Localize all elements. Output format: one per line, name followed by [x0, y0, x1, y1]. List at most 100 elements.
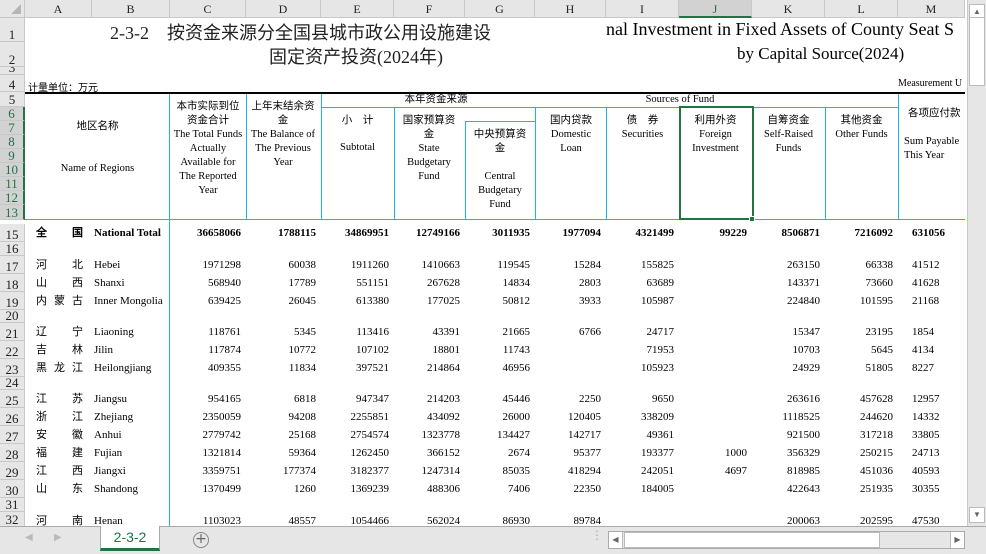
- cell-value-L[interactable]: 451036: [825, 462, 898, 480]
- cell-value-C[interactable]: 639425: [170, 292, 246, 310]
- cell-value-C[interactable]: 3359751: [170, 462, 246, 480]
- row-header-11[interactable]: 11: [0, 177, 25, 191]
- cell-value-M[interactable]: 21168: [898, 292, 965, 310]
- column-header-M[interactable]: M: [898, 0, 965, 18]
- region-name-en[interactable]: Inner Mongolia: [94, 292, 170, 310]
- cell-value-H[interactable]: 1977094: [535, 224, 606, 242]
- cell-value-L[interactable]: 23195: [825, 323, 898, 341]
- cell-value-D[interactable]: 26045: [246, 292, 321, 310]
- cell-value-L[interactable]: 66338: [825, 256, 898, 274]
- fill-handle[interactable]: [749, 216, 755, 222]
- cell-value-E[interactable]: 3182377: [321, 462, 394, 480]
- row-header-26[interactable]: 26: [0, 408, 25, 426]
- cell-value-D[interactable]: 11834: [246, 359, 321, 377]
- cell-value-F[interactable]: 177025: [394, 292, 465, 310]
- cell-value-I[interactable]: 49361: [606, 426, 679, 444]
- cell-value-E[interactable]: 1262450: [321, 444, 394, 462]
- cell-value-F[interactable]: 1410663: [394, 256, 465, 274]
- cell-value-M[interactable]: 1854: [898, 323, 965, 341]
- cell-value-F[interactable]: 12749166: [394, 224, 465, 242]
- cell-value-J[interactable]: 99229: [679, 224, 752, 242]
- row-header-32[interactable]: 32: [0, 512, 25, 527]
- cell-value-I[interactable]: 105923: [606, 359, 679, 377]
- cell-value-M[interactable]: 40593: [898, 462, 965, 480]
- cell-value-F[interactable]: 1323778: [394, 426, 465, 444]
- cell-value-C[interactable]: 1370499: [170, 480, 246, 498]
- cell-value-D[interactable]: 10772: [246, 341, 321, 359]
- cell-value-E[interactable]: 551151: [321, 274, 394, 292]
- cell-value-G[interactable]: 21665: [465, 323, 535, 341]
- region-name-en[interactable]: Hebei: [94, 256, 170, 274]
- cell-value-L[interactable]: 457628: [825, 390, 898, 408]
- column-header-D[interactable]: D: [246, 0, 321, 18]
- cell-value-C[interactable]: 118761: [170, 323, 246, 341]
- region-name-en[interactable]: Jilin: [94, 341, 170, 359]
- column-header-I[interactable]: I: [606, 0, 679, 18]
- cell-value-L[interactable]: 101595: [825, 292, 898, 310]
- cell-value-J[interactable]: 4697: [679, 462, 752, 480]
- column-header-C[interactable]: C: [170, 0, 246, 18]
- cell-value-G[interactable]: 26000: [465, 408, 535, 426]
- region-name-en[interactable]: Jiangsu: [94, 390, 170, 408]
- split-handle-icon[interactable]: ⋮: [591, 529, 603, 541]
- cell-value-C[interactable]: 409355: [170, 359, 246, 377]
- scroll-right-icon[interactable]: ▶: [950, 532, 964, 548]
- region-name-en[interactable]: National Total: [94, 224, 170, 242]
- cell-value-G[interactable]: 3011935: [465, 224, 535, 242]
- row-header-25[interactable]: 25: [0, 390, 25, 408]
- cell-value-M[interactable]: 33805: [898, 426, 965, 444]
- cell-value-I[interactable]: 71953: [606, 341, 679, 359]
- cell-value-E[interactable]: 613380: [321, 292, 394, 310]
- column-header-J[interactable]: J: [679, 0, 752, 18]
- cell-value-I[interactable]: 184005: [606, 480, 679, 498]
- region-name-zh[interactable]: 辽 宁: [36, 323, 83, 341]
- column-header-H[interactable]: H: [535, 0, 606, 18]
- row-header-20[interactable]: 20: [0, 310, 25, 323]
- region-name-zh[interactable]: 安 徽: [36, 426, 83, 444]
- region-name-zh[interactable]: 江 西: [36, 462, 83, 480]
- cell-value-M[interactable]: 14332: [898, 408, 965, 426]
- cell-value-L[interactable]: 244620: [825, 408, 898, 426]
- cell-value-F[interactable]: 366152: [394, 444, 465, 462]
- cell-value-E[interactable]: 113416: [321, 323, 394, 341]
- cell-value-K[interactable]: 263616: [752, 390, 825, 408]
- cell-value-G[interactable]: 2674: [465, 444, 535, 462]
- cell-value-K[interactable]: 356329: [752, 444, 825, 462]
- cell-value-E[interactable]: 1911260: [321, 256, 394, 274]
- scroll-left-icon[interactable]: ◀: [609, 532, 623, 548]
- region-name-en[interactable]: Heilongjiang: [94, 359, 170, 377]
- cell-value-E[interactable]: 397521: [321, 359, 394, 377]
- region-name-zh[interactable]: 浙 江: [36, 408, 83, 426]
- cell-value-H[interactable]: 95377: [535, 444, 606, 462]
- region-name-en[interactable]: Jiangxi: [94, 462, 170, 480]
- row-header-9[interactable]: 9: [0, 149, 25, 163]
- column-header-E[interactable]: E: [321, 0, 394, 18]
- row-header-23[interactable]: 23: [0, 359, 25, 377]
- vertical-scrollbar[interactable]: ▲ ▼: [967, 0, 986, 527]
- row-header-6[interactable]: 6: [0, 107, 25, 121]
- column-header-L[interactable]: L: [825, 0, 898, 18]
- cell-value-M[interactable]: 41512: [898, 256, 965, 274]
- row-header-4[interactable]: 4: [0, 75, 25, 92]
- row-header-24[interactable]: 24: [0, 377, 25, 390]
- cell-value-K[interactable]: 224840: [752, 292, 825, 310]
- region-name-zh[interactable]: 山 东: [36, 480, 83, 498]
- scroll-down-icon[interactable]: ▼: [969, 507, 985, 523]
- row-header-19[interactable]: 19: [0, 292, 25, 310]
- region-name-zh[interactable]: 河 北: [36, 256, 83, 274]
- column-header-A[interactable]: A: [25, 0, 92, 18]
- row-header-29[interactable]: 29: [0, 462, 25, 480]
- column-header-F[interactable]: F: [394, 0, 465, 18]
- region-name-en[interactable]: Fujian: [94, 444, 170, 462]
- cell-value-D[interactable]: 5345: [246, 323, 321, 341]
- region-name-en[interactable]: Zhejiang: [94, 408, 170, 426]
- cell-value-H[interactable]: 15284: [535, 256, 606, 274]
- cell-value-C[interactable]: 954165: [170, 390, 246, 408]
- row-header-31[interactable]: 31: [0, 498, 25, 512]
- cell-value-D[interactable]: 1260: [246, 480, 321, 498]
- cell-value-I[interactable]: 9650: [606, 390, 679, 408]
- cell-value-L[interactable]: 51805: [825, 359, 898, 377]
- select-all-corner[interactable]: [0, 0, 25, 18]
- cell-value-I[interactable]: 193377: [606, 444, 679, 462]
- cell-value-I[interactable]: 338209: [606, 408, 679, 426]
